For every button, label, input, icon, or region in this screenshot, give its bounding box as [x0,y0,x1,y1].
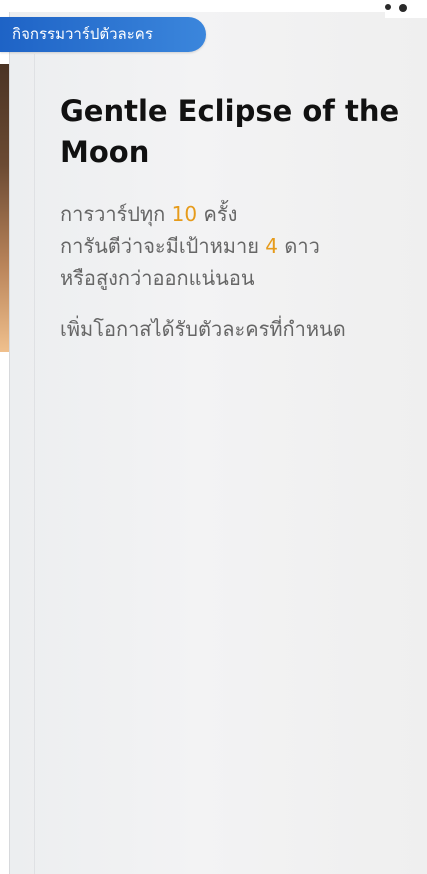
line1-part2: ครั้ง [197,202,238,226]
banner-description: การวาร์ปทุก 10 ครั้ง การันตีว่าจะมีเป้าห… [60,198,400,294]
line2-part1: การันตีว่าจะมีเป้าหมาย [60,234,266,258]
event-tag: กิจกรรมวาร์ปตัวละคร [0,17,206,52]
line1-highlight: 10 [171,202,198,226]
line3-text: หรือสูงกว่าออกแน่นอน [60,266,255,290]
panel-divider [34,54,35,874]
description-line-3: หรือสูงกว่าออกแน่นอน [60,262,400,294]
line2-highlight: 4 [265,234,279,258]
left-character-art [0,64,9,352]
line2-part2: ดาว [278,234,320,258]
description-line-1: การวาร์ปทุก 10 ครั้ง [60,198,400,230]
banner-title: Gentle Eclipse of the Moon [60,94,400,169]
line1-part1: การวาร์ปทุก [60,202,172,226]
description-line-2: การันตีว่าจะมีเป้าหมาย 4 ดาว [60,230,400,262]
extra-line: เพิ่มโอกาสได้รับตัวละครที่กำหนด [60,317,346,341]
top-right-notch [385,0,427,18]
